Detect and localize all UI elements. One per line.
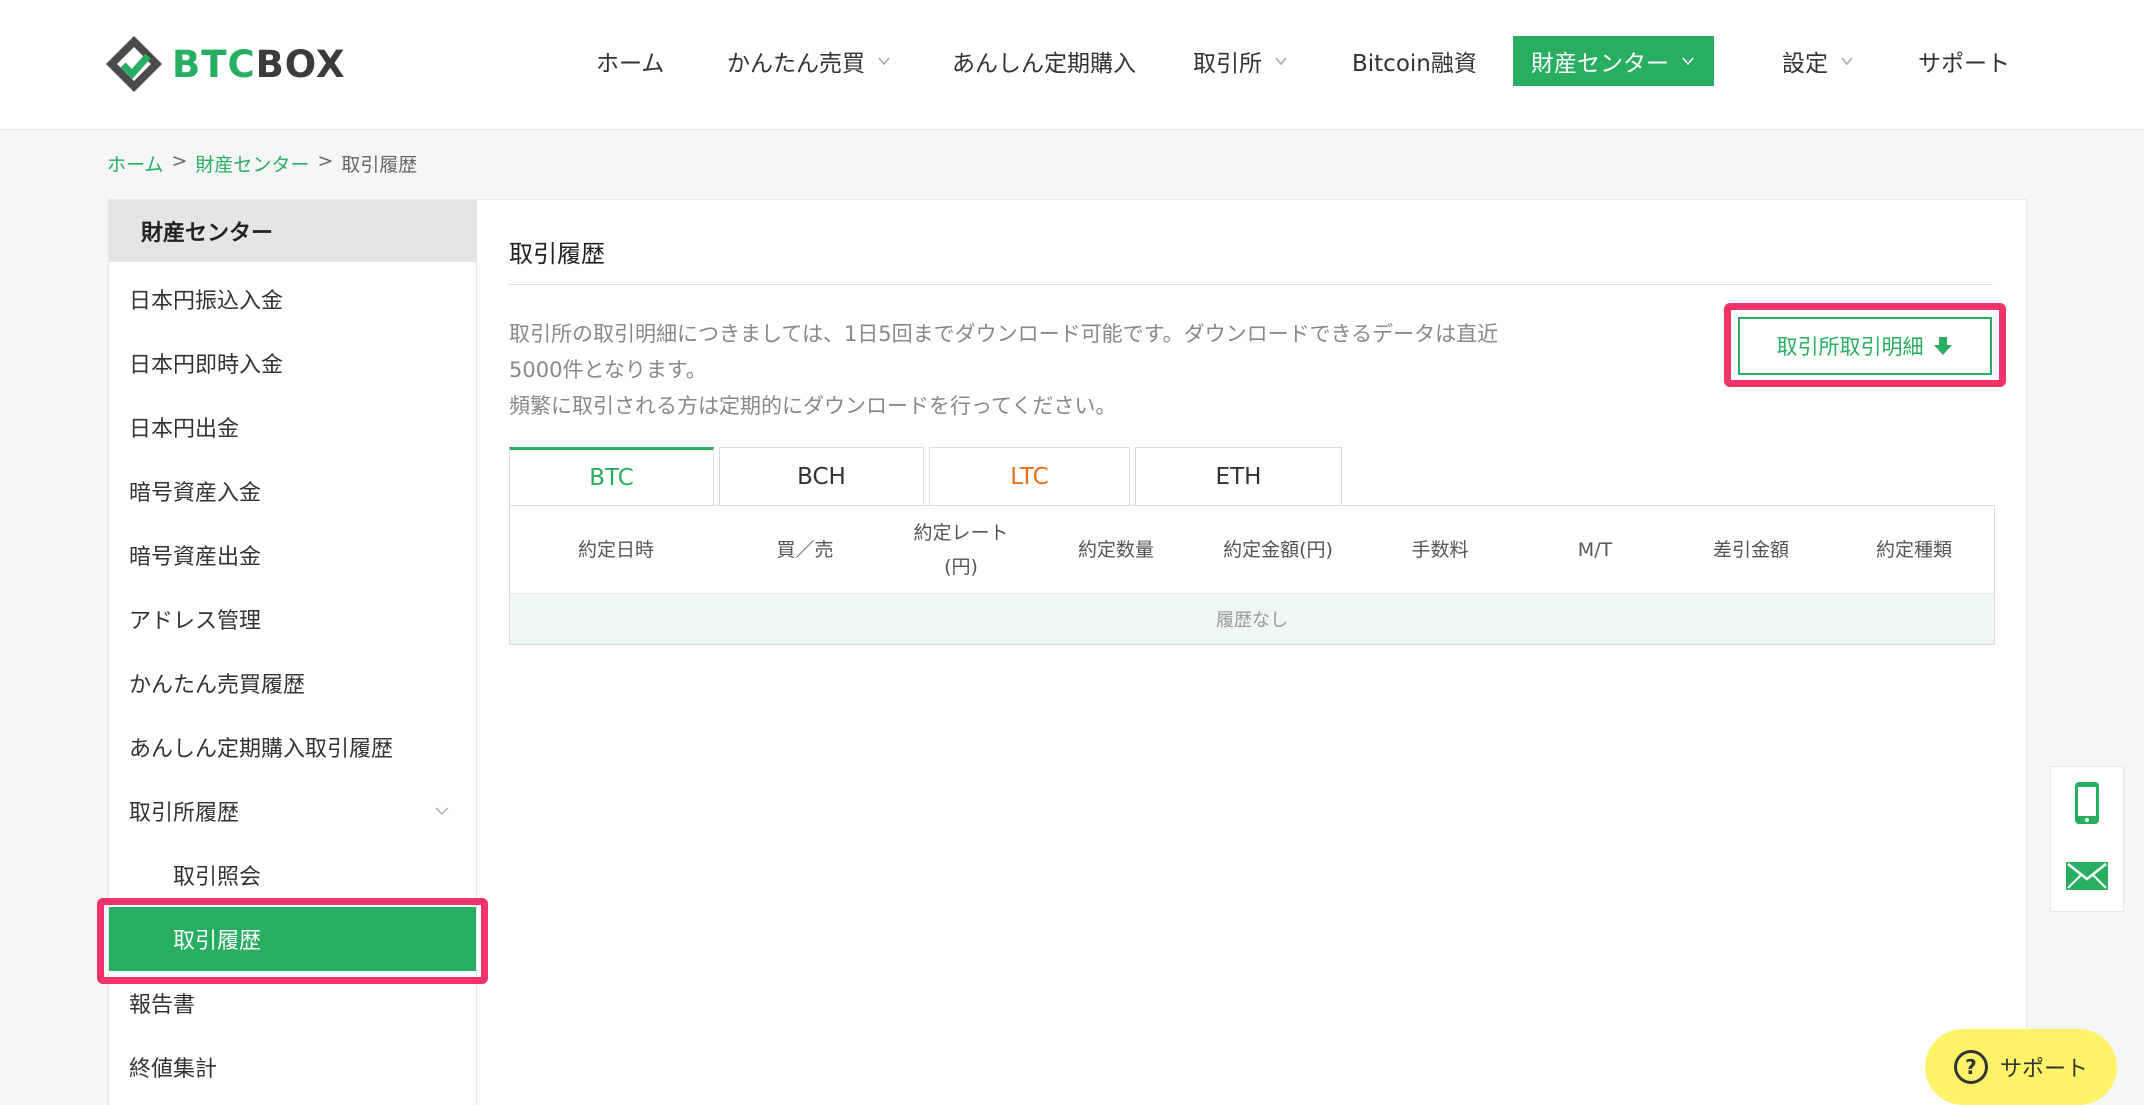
sidebar-item-crypto-deposit[interactable]: 暗号資産入金 (129, 459, 261, 523)
mobile-app-button[interactable] (2051, 767, 2123, 839)
column-header[interactable]: 買／売 (722, 506, 888, 594)
download-note-line: 頻繁に取引される方は定期的にダウンロードを行ってください。 (509, 394, 1117, 418)
sidebar-item-address-management[interactable]: アドレス管理 (129, 587, 261, 651)
download-note: 取引所の取引明細につきましては、1日5回までダウンロード可能です。ダウンロードで… (509, 316, 1569, 424)
sidebar-item-crypto-withdraw[interactable]: 暗号資産出金 (129, 523, 261, 587)
nav-bitcoin-loan[interactable]: Bitcoin融資 (1352, 36, 1477, 86)
chevron-down-icon (1275, 57, 1287, 66)
help-icon: ? (1953, 1050, 1988, 1084)
nav-exchange[interactable]: 取引所 (1193, 36, 1288, 86)
breadcrumb: ホーム > 財産センター > 取引履歴 (107, 150, 417, 177)
sidebar-item-regular-purchase-history[interactable]: あんしん定期購入取引履歴 (129, 715, 393, 779)
trade-history-table: 約定日時 買／売 約定レート (円) 約定数量 約定金額(円) 手数料 M/T … (509, 505, 1995, 645)
sidebar-item-jpy-withdraw[interactable]: 日本円出金 (129, 395, 239, 459)
sidebar-title: 財産センター (109, 200, 476, 262)
column-header[interactable]: M/T (1522, 506, 1668, 594)
logo-mark-icon (106, 36, 162, 92)
chevron-down-icon (1682, 57, 1694, 66)
title-divider (509, 284, 1993, 285)
column-header[interactable]: 約定レート (円) (888, 506, 1034, 594)
sidebar-item-jpy-transfer-deposit[interactable]: 日本円振込入金 (129, 267, 283, 331)
tab-eth[interactable]: ETH (1135, 447, 1342, 505)
column-header[interactable]: 手数料 (1358, 506, 1522, 594)
nav-easy-trade[interactable]: かんたん売買 (727, 36, 891, 86)
mail-contact-button[interactable] (2051, 840, 2123, 912)
mail-icon (2066, 862, 2108, 890)
column-header[interactable]: 約定種類 (1834, 506, 1994, 594)
chevron-down-icon (878, 57, 890, 66)
tab-ltc[interactable]: LTC (929, 447, 1130, 505)
column-header-line: (円) (944, 556, 978, 578)
site-header: BTCBOX ホーム かんたん売買 あんしん定期購入 取引所 Bitcoin融資… (0, 0, 2144, 130)
highlight-trade-history (97, 898, 488, 984)
table-header: 約定日時 買／売 約定レート (円) 約定数量 約定金額(円) 手数料 M/T … (510, 506, 1994, 594)
column-header-line: 約定レート (913, 522, 1009, 544)
breadcrumb-home[interactable]: ホーム (107, 150, 163, 177)
smartphone-icon (2075, 782, 2099, 824)
sidebar-item-exchange-history[interactable]: 取引所履歴 (129, 779, 478, 843)
column-header[interactable]: 約定金額(円) (1198, 506, 1358, 594)
column-header[interactable]: 約定数量 (1034, 506, 1198, 594)
breadcrumb-asset-center[interactable]: 財産センター (195, 150, 309, 177)
column-header[interactable]: 差引金額 (1668, 506, 1834, 594)
chevron-down-icon (435, 807, 449, 816)
sidebar-item-closing-summary[interactable]: 終値集計 (129, 1035, 217, 1099)
page-title: 取引履歴 (509, 240, 605, 268)
support-chat-label: サポート (1999, 1057, 2088, 1082)
nav-settings-label: 設定 (1782, 51, 1828, 77)
nav-home-label: ホーム (596, 51, 665, 77)
nav-exchange-label: 取引所 (1193, 51, 1262, 77)
download-note-line: 取引所の取引明細につきましては、1日5回までダウンロード可能です。ダウンロードで… (509, 322, 1499, 346)
nav-asset-center[interactable]: 財産センター (1513, 36, 1714, 86)
nav-regular-purchase-label: あんしん定期購入 (952, 51, 1136, 77)
sidebar-item-easy-trade-history[interactable]: かんたん売買履歴 (129, 651, 305, 715)
nav-asset-center-label: 財産センター (1531, 51, 1669, 77)
tab-btc[interactable]: BTC (509, 447, 714, 505)
tab-bch[interactable]: BCH (719, 447, 924, 505)
breadcrumb-current: 取引履歴 (341, 154, 418, 176)
logo[interactable]: BTCBOX (104, 34, 345, 94)
logo-text-box: BOX (255, 42, 346, 86)
download-note-line: 5000件となります。 (509, 358, 707, 382)
nav-support-label: サポート (1918, 51, 2010, 77)
nav-home[interactable]: ホーム (596, 36, 664, 86)
support-chat-button[interactable]: ? サポート (1925, 1029, 2117, 1105)
breadcrumb-separator: > (171, 150, 188, 172)
sidebar-item-jpy-instant-deposit[interactable]: 日本円即時入金 (129, 331, 283, 395)
floating-contact-panel (2050, 766, 2124, 912)
logo-text: BTCBOX (172, 43, 345, 86)
nav-regular-purchase[interactable]: あんしん定期購入 (952, 36, 1136, 86)
highlight-download-button (1724, 303, 2006, 387)
nav-bitcoin-loan-label: Bitcoin融資 (1352, 51, 1477, 77)
column-header[interactable]: 約定日時 (510, 506, 722, 594)
empty-state-row: 履歴なし (510, 594, 1994, 644)
sidebar-item-exchange-history-label: 取引所履歴 (129, 801, 240, 826)
chevron-down-icon (1841, 57, 1853, 66)
nav-easy-trade-label: かんたん売買 (727, 51, 865, 77)
nav-support[interactable]: サポート (1918, 36, 2010, 86)
logo-text-btc: BTC (172, 42, 256, 86)
breadcrumb-separator: > (317, 150, 334, 172)
nav-settings[interactable]: 設定 (1782, 36, 1854, 86)
